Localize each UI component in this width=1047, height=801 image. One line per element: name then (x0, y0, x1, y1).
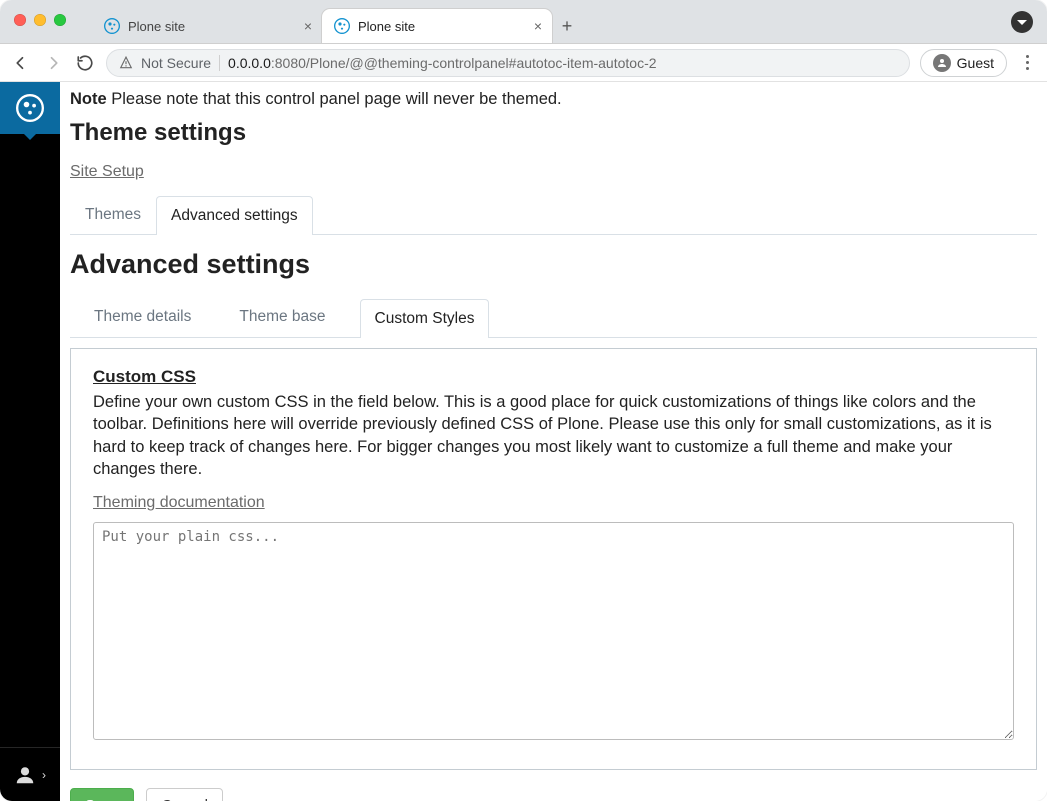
save-button[interactable]: Save (70, 788, 134, 801)
advanced-subtabs: Theme details Theme base Custom Styles (70, 298, 1037, 338)
custom-css-help: Define your own custom CSS in the field … (93, 391, 1014, 480)
url-omnibox[interactable]: Not Secure 0.0.0.0:8080/Plone/@@theming-… (106, 49, 910, 77)
chevron-right-icon: › (42, 768, 46, 782)
browser-tab-title: Plone site (128, 19, 296, 34)
plone-toolbar-logo[interactable] (0, 82, 60, 134)
reload-button[interactable] (74, 52, 96, 74)
tab-advanced-settings[interactable]: Advanced settings (156, 196, 313, 235)
custom-css-label: Custom CSS (93, 367, 1014, 387)
forward-button[interactable] (42, 52, 64, 74)
section-title: Advanced settings (70, 249, 1037, 280)
separator (219, 55, 220, 71)
minimize-window-button[interactable] (34, 14, 46, 26)
window-controls (14, 14, 66, 26)
tab-theme-details[interactable]: Theme details (80, 298, 205, 337)
browser-addressbar: Not Secure 0.0.0.0:8080/Plone/@@theming-… (0, 44, 1047, 82)
browser-menu-button[interactable] (1017, 55, 1037, 70)
browser-tab[interactable]: Plone site × (322, 9, 552, 43)
custom-css-input[interactable] (93, 522, 1014, 740)
custom-css-panel: Custom CSS Define your own custom CSS in… (70, 348, 1037, 770)
page-content: Note Please note that this control panel… (60, 82, 1047, 801)
url-text: 0.0.0.0:8080/Plone/@@theming-controlpane… (228, 55, 897, 71)
new-tab-button[interactable]: + (552, 9, 582, 43)
plone-favicon-icon (104, 18, 120, 34)
tab-theme-base[interactable]: Theme base (225, 298, 339, 337)
browser-tab-title: Plone site (358, 19, 526, 34)
browser-tabbar: Plone site × Plone site × + (0, 0, 1047, 44)
maximize-window-button[interactable] (54, 14, 66, 26)
avatar-icon (933, 54, 951, 72)
theming-documentation-link[interactable]: Theming documentation (93, 494, 265, 512)
theming-note: Note Please note that this control panel… (70, 90, 1037, 109)
site-setup-link[interactable]: Site Setup (70, 163, 144, 180)
close-tab-icon[interactable]: × (304, 18, 312, 34)
page-title: Theme settings (70, 119, 1037, 147)
profile-label: Guest (957, 55, 994, 71)
close-window-button[interactable] (14, 14, 26, 26)
plone-toolbar-user-button[interactable]: › (0, 747, 60, 801)
form-buttons: Save Cancel (70, 788, 1037, 801)
profile-button[interactable]: Guest (920, 49, 1007, 77)
not-secure-icon (119, 56, 133, 70)
not-secure-label: Not Secure (141, 55, 211, 71)
browser-tab[interactable]: Plone site × (92, 9, 322, 43)
controlpanel-tabs: Themes Advanced settings (70, 195, 1037, 235)
close-tab-icon[interactable]: × (534, 18, 542, 34)
account-switcher-button[interactable] (1011, 11, 1033, 33)
tab-themes[interactable]: Themes (70, 195, 156, 234)
plone-favicon-icon (334, 18, 350, 34)
cancel-button[interactable]: Cancel (146, 788, 223, 801)
plone-toolbar: › (0, 82, 60, 801)
tab-custom-styles[interactable]: Custom Styles (360, 299, 490, 338)
back-button[interactable] (10, 52, 32, 74)
